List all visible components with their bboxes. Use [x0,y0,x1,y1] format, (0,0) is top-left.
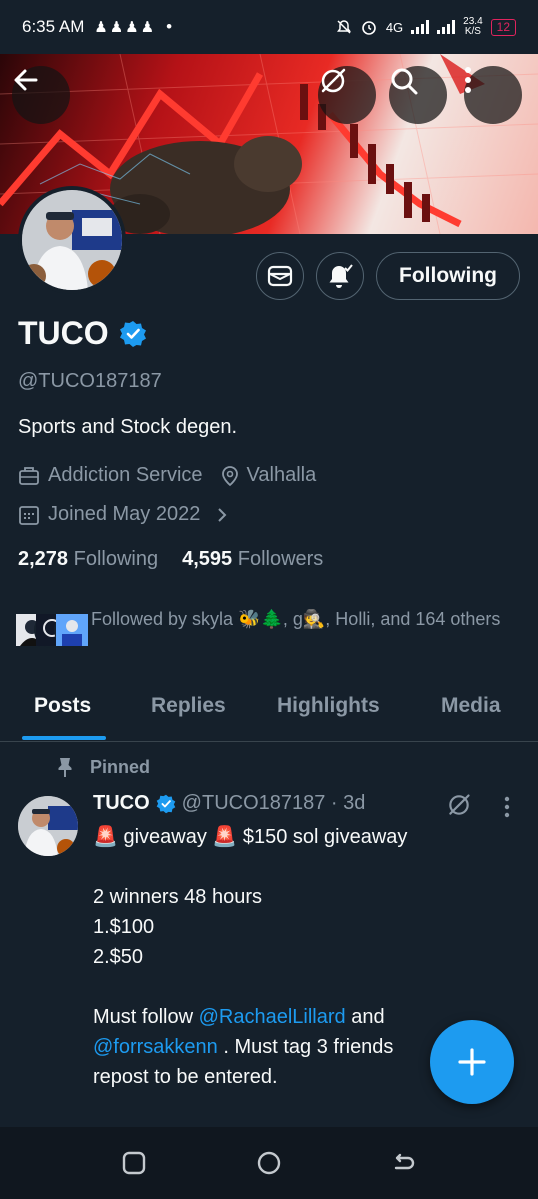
signal-icon [411,20,430,34]
bell-check-icon [329,264,353,288]
post-author-avatar[interactable] [18,796,78,856]
followed-by-text: Followed by skyla 🐝🌲, g🕵, Holli, and 164… [91,609,501,629]
verified-badge-icon [156,794,175,813]
search-button[interactable] [389,66,447,124]
clock: 6:35 AM [22,17,85,36]
chevron-right-icon [218,507,227,522]
following-count: 2,278 [18,548,69,570]
recents-icon[interactable] [120,1149,148,1177]
back-button[interactable] [12,66,70,124]
plus-icon [458,1048,486,1076]
post-grok-button[interactable] [446,792,472,823]
profile-name-row: TUCO [18,315,147,352]
mention-link[interactable]: @forrsakkenn [93,1036,218,1058]
battery-indicator: 12 [490,18,516,36]
profile-category[interactable]: Addiction Service [48,464,203,487]
following-label: Following [73,548,159,570]
arrow-left-icon [14,69,38,91]
status-bar: 6:35 AM ♟♟♟♟ • 4G 23.4 K/S 12 [0,0,538,54]
tab-highlights[interactable]: Highlights [277,694,380,718]
tab-posts[interactable]: Posts [34,694,91,718]
followers-label: Followers [237,548,324,570]
follower-avatar-3 [54,612,90,648]
profile-meta-category-location: Addiction Service Valhalla [18,464,316,487]
briefcase-icon [19,466,39,485]
mute-icon [336,20,351,34]
grok-icon [321,68,346,93]
profile-name: TUCO [18,315,109,351]
compose-post-button[interactable] [430,1020,514,1104]
pin-icon [58,758,72,777]
tab-replies[interactable]: Replies [151,694,226,718]
profile-joined-row[interactable]: Joined May 2022 [18,503,228,526]
followers-count: 4,595 [182,548,233,570]
alarm-icon [362,21,376,35]
followed-by-row[interactable]: Followed by skyla 🐝🌲, g🕵, Holli, and 164… [14,606,524,648]
search-icon [391,68,418,95]
kebab-menu-icon [465,67,471,93]
home-icon[interactable] [255,1149,283,1177]
envelope-icon [267,265,293,287]
location-pin-icon [221,465,238,486]
profile-bio: Sports and Stock degen. [18,416,238,438]
back-icon[interactable] [389,1149,417,1177]
notification-icons: ♟♟♟♟ [94,19,157,36]
post-more-button[interactable] [503,796,511,823]
profile-location: Valhalla [246,464,317,486]
signal-icon-2 [437,20,456,34]
kebab-menu-icon [504,796,510,818]
system-navigation-bar [0,1127,538,1199]
profile-handle: @TUCO187187 [18,370,162,392]
post-header: TUCO @TUCO187187 · 3d [93,792,365,815]
calendar-icon [19,505,39,525]
verified-badge-icon[interactable] [119,320,147,348]
more-notifications-dot: • [166,17,173,36]
grok-icon [449,794,470,815]
following-count-link[interactable]: 2,278 Following [18,548,158,571]
profile-tabs: Posts Replies Highlights Media [0,686,538,742]
avatar-photo [22,190,122,290]
network-speed: 23.4 K/S [463,16,483,37]
more-options-button[interactable] [464,66,522,124]
pinned-label-row: Pinned [56,756,150,778]
mention-link[interactable]: @RachaelLillard [199,1006,346,1028]
notifications-button[interactable] [316,252,365,300]
followers-count-link[interactable]: 4,595 Followers [182,548,323,571]
post-handle-time: @TUCO187187 · 3d [181,792,366,814]
active-tab-indicator [22,736,106,740]
profile-avatar[interactable] [18,186,126,294]
profile-actions: Following [256,252,520,300]
message-button[interactable] [256,252,305,300]
follow-counts: 2,278 Following 4,595 Followers [18,548,323,571]
network-type: 4G [385,19,404,35]
grok-button[interactable] [318,66,376,124]
pinned-label: Pinned [90,756,151,777]
post-author-name[interactable]: TUCO [93,792,150,815]
profile-joined: Joined May 2022 [48,503,201,525]
tab-media[interactable]: Media [441,694,501,718]
following-button[interactable]: Following [376,252,520,300]
post-text[interactable]: 🚨 giveaway 🚨 $150 sol giveaway 2 winners… [93,822,453,1092]
